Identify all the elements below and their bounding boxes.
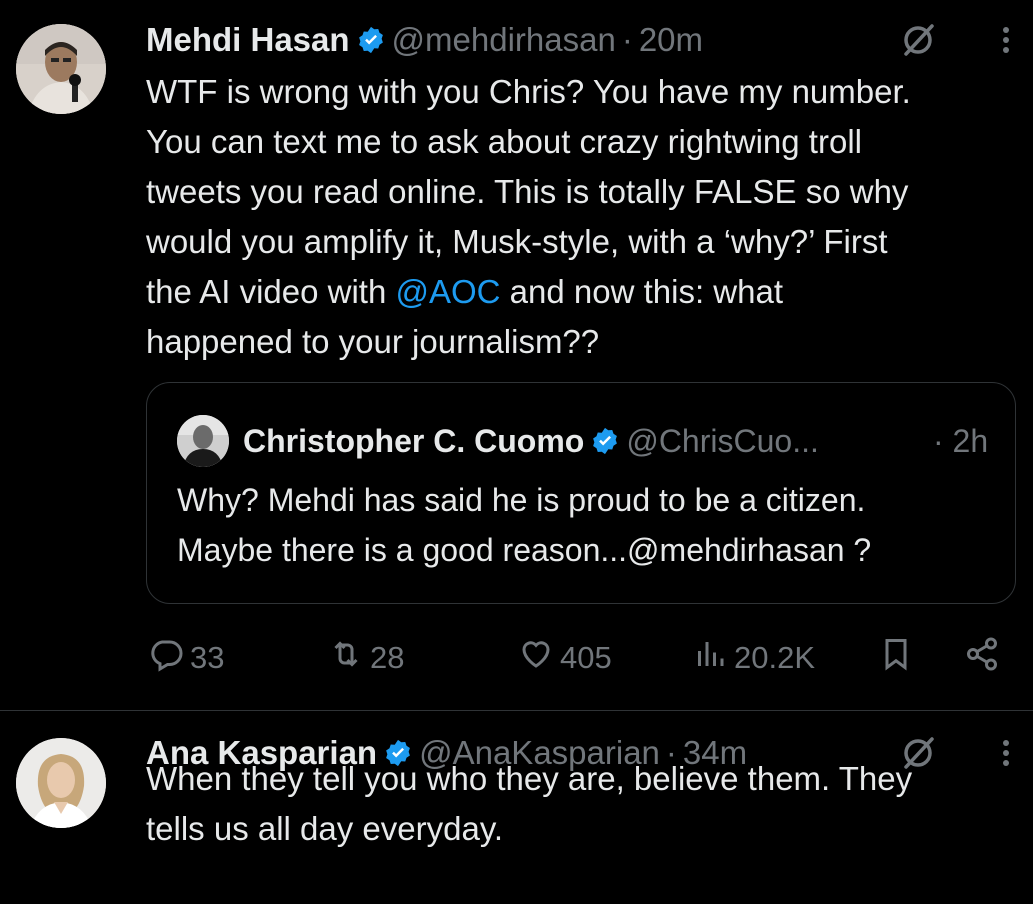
tweet-ana-kasparian[interactable]: Ana Kasparian @AnaKasparian · 34m When they… xyxy=(0,711,1033,904)
separator-dot: · xyxy=(621,21,633,58)
reply-count: 33 xyxy=(190,640,225,675)
reply-icon xyxy=(148,636,190,680)
views-icon xyxy=(692,636,734,680)
quote-author-handle[interactable]: @ChrisCuo... xyxy=(626,423,819,459)
quote-time[interactable]: · 2h xyxy=(933,419,988,463)
repost-button[interactable]: 28 xyxy=(328,632,404,684)
like-icon xyxy=(518,636,560,680)
bookmark-button[interactable] xyxy=(878,632,920,684)
author-name[interactable]: Mehdi Hasan xyxy=(146,21,350,58)
quoted-tweet[interactable]: Christopher C. Cuomo @ChrisCuo... · 2h Wh… xyxy=(146,382,1016,604)
share-button[interactable] xyxy=(964,632,1006,684)
like-count: 405 xyxy=(560,640,612,675)
avatar[interactable] xyxy=(16,738,106,828)
quote-text: Why? Mehdi has said he is proud to be a … xyxy=(177,482,872,568)
quote-avatar[interactable] xyxy=(177,415,229,467)
grok-icon[interactable] xyxy=(898,20,938,60)
repost-icon xyxy=(328,636,370,680)
tweet-mehdi-hasan[interactable]: Mehdi Hasan @mehdirhasan · 20m WTF is wrong… xyxy=(0,0,1033,711)
verified-badge-icon xyxy=(590,423,620,455)
views-button[interactable]: 20.2K xyxy=(692,632,815,684)
tweet-text: WTF is wrong with you Chris? You have my… xyxy=(146,67,1026,367)
share-icon xyxy=(964,636,1006,680)
tweet-header: Mehdi Hasan @mehdirhasan · 20m xyxy=(146,20,703,60)
repost-count: 28 xyxy=(370,640,405,675)
avatar[interactable] xyxy=(16,24,106,114)
quote-time-value: 2h xyxy=(952,423,989,459)
quote-header: Christopher C. Cuomo @ChrisCuo... xyxy=(243,419,819,463)
like-button[interactable]: 405 xyxy=(518,632,612,684)
quote-author-name[interactable]: Christopher C. Cuomo xyxy=(243,423,584,459)
mention-link[interactable]: @AOC xyxy=(395,273,500,310)
more-icon[interactable] xyxy=(1000,20,1012,60)
author-handle[interactable]: @mehdirhasan xyxy=(392,21,616,58)
separator-dot: · xyxy=(933,423,944,459)
tweet-text: When they tell you who they are, believe… xyxy=(146,760,913,847)
verified-badge-icon xyxy=(356,24,386,54)
tweet-time[interactable]: 20m xyxy=(639,21,703,58)
views-count: 20.2K xyxy=(734,640,816,675)
reply-button[interactable]: 33 xyxy=(148,632,224,684)
bookmark-icon xyxy=(878,636,920,680)
action-bar: 33 28 405 20.2K xyxy=(146,632,1016,684)
